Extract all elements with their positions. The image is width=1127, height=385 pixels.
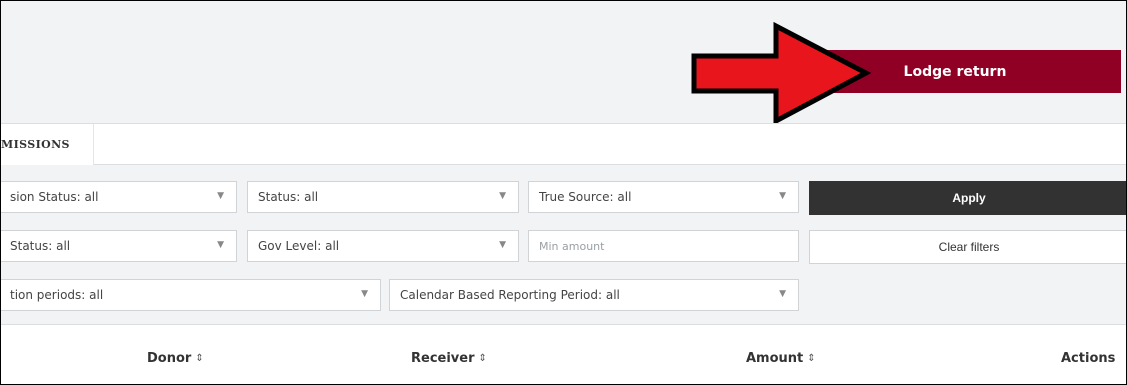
clear-filters-button[interactable]: Clear filters xyxy=(809,230,1126,264)
min-amount-input[interactable]: Min amount xyxy=(528,230,799,262)
chevron-down-icon: ▼ xyxy=(499,191,506,201)
true-source-select[interactable]: True Source: all ▼ xyxy=(528,181,799,213)
select-value: True Source: all xyxy=(539,190,632,204)
chevron-down-icon: ▼ xyxy=(361,289,368,299)
column-header-amount[interactable]: Amount ⇕ xyxy=(746,351,816,366)
chevron-down-icon: ▼ xyxy=(217,191,224,201)
select-value: tion periods: all xyxy=(10,288,104,302)
column-label: Donor xyxy=(147,351,192,366)
submission-status-select[interactable]: sion Status: all ▼ xyxy=(1,181,237,213)
column-header-donor[interactable]: Donor ⇕ xyxy=(147,351,204,366)
sort-icon: ⇕ xyxy=(195,353,204,364)
calendar-period-select[interactable]: Calendar Based Reporting Period: all ▼ xyxy=(389,279,799,311)
min-amount-placeholder: Min amount xyxy=(539,239,605,253)
column-label: Receiver xyxy=(411,351,475,366)
tab-missions[interactable]: MISSIONS xyxy=(1,124,94,165)
periods-select[interactable]: tion periods: all ▼ xyxy=(1,279,381,311)
apply-button[interactable]: Apply xyxy=(809,181,1126,215)
column-label: Actions xyxy=(1061,351,1116,366)
gov-level-select[interactable]: Gov Level: all ▼ xyxy=(247,230,519,262)
column-header-actions: Actions xyxy=(1061,351,1115,366)
select-value: Calendar Based Reporting Period: all xyxy=(400,288,620,302)
select-value: Status: all xyxy=(10,239,71,253)
chevron-down-icon: ▼ xyxy=(779,289,786,299)
sort-icon: ⇕ xyxy=(478,353,487,364)
column-header-receiver[interactable]: Receiver ⇕ xyxy=(411,351,487,366)
chevron-down-icon: ▼ xyxy=(499,240,506,250)
chevron-down-icon: ▼ xyxy=(217,240,224,250)
select-value: sion Status: all xyxy=(10,190,99,204)
tab-strip: MISSIONS xyxy=(1,123,1126,166)
chevron-down-icon: ▼ xyxy=(779,191,786,201)
table-header: Donor ⇕ Receiver ⇕ Amount ⇕ Actions xyxy=(1,324,1126,384)
select-value: Gov Level: all xyxy=(258,239,340,253)
red-arrow-icon xyxy=(691,21,872,126)
column-label: Amount xyxy=(746,351,804,366)
status-select-2[interactable]: Status: all ▼ xyxy=(1,230,237,262)
status-select[interactable]: Status: all ▼ xyxy=(247,181,519,213)
app-frame: Lodge return MISSIONS sion Status: all ▼… xyxy=(0,0,1127,385)
sort-icon: ⇕ xyxy=(807,353,816,364)
select-value: Status: all xyxy=(258,190,319,204)
